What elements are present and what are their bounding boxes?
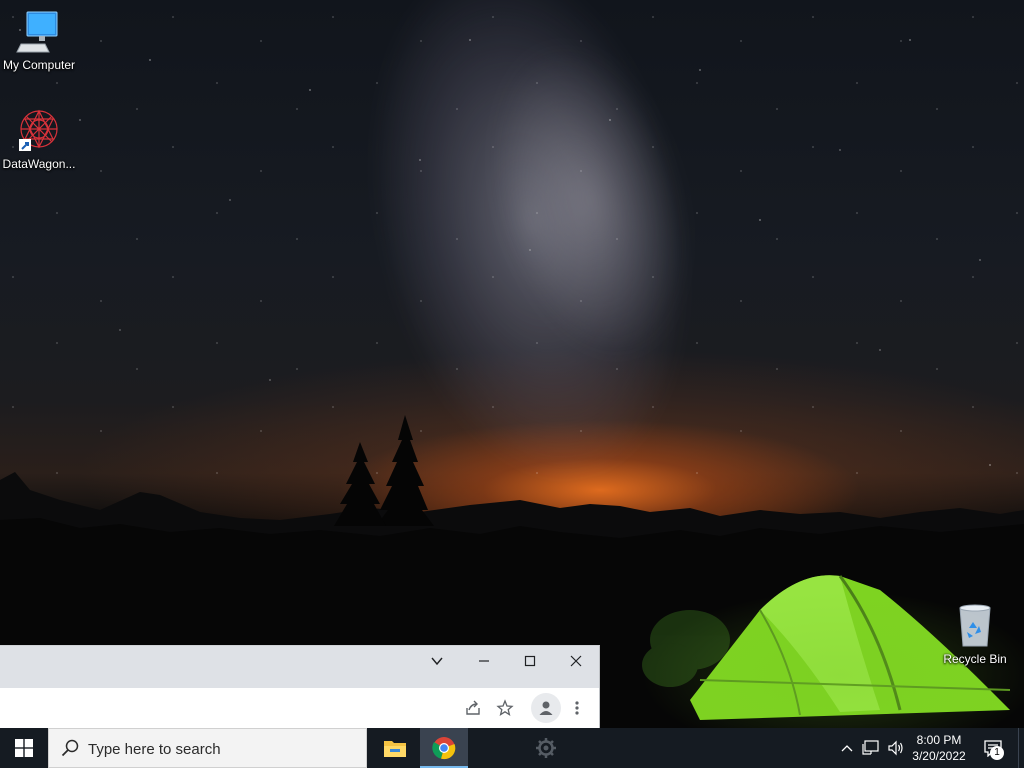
taskbar-file-explorer[interactable] [371, 728, 419, 768]
notification-count-badge: 1 [990, 746, 1004, 760]
more-menu-icon[interactable] [563, 694, 591, 722]
clock-date: 3/20/2022 [912, 749, 966, 763]
profile-icon[interactable] [531, 693, 561, 723]
start-button[interactable] [0, 728, 48, 768]
bookmark-star-icon[interactable] [491, 694, 519, 722]
chrome-icon [432, 737, 456, 760]
chrome-window[interactable] [0, 645, 600, 729]
computer-icon [15, 8, 63, 56]
network-icon[interactable] [859, 728, 883, 768]
taskbar: Type here to search 8:00 PM 3/20/2022 1 [0, 728, 1024, 768]
desktop-wallpaper [0, 0, 1024, 728]
desktop-icon-label: My Computer [2, 58, 76, 72]
taskbar-chrome[interactable] [420, 728, 468, 768]
share-icon[interactable] [459, 694, 487, 722]
taskbar-search-box[interactable]: Type here to search [48, 728, 367, 768]
desktop-icon-label: Recycle Bin [943, 652, 1007, 666]
maximize-icon[interactable] [507, 646, 553, 676]
show-hidden-icons-chevron[interactable] [837, 728, 857, 768]
taskbar-clock[interactable]: 8:00 PM 3/20/2022 [905, 732, 973, 764]
browser-toolbar [0, 688, 599, 728]
desktop-icon-recycle-bin[interactable]: Recycle Bin [936, 602, 1014, 666]
show-desktop-button[interactable] [1018, 728, 1024, 768]
search-icon [61, 739, 79, 757]
window-titlebar[interactable] [0, 646, 599, 688]
desktop-icon-label: DataWagon... [2, 157, 76, 171]
taskbar-settings[interactable] [522, 728, 570, 768]
desktop-icon-datawagon[interactable]: DataWagon... [0, 107, 78, 171]
clock-time: 8:00 PM [916, 733, 962, 747]
tab-search-icon[interactable] [414, 646, 460, 676]
recycle-bin-icon [951, 602, 999, 650]
close-icon[interactable] [553, 646, 599, 676]
minimize-icon[interactable] [461, 646, 507, 676]
search-placeholder: Type here to search [88, 741, 221, 758]
file-explorer-icon [384, 741, 406, 757]
datawagon-icon [15, 107, 63, 155]
desktop-icon-my-computer[interactable]: My Computer [0, 8, 78, 72]
settings-icon [536, 738, 556, 758]
windows-logo-icon [15, 739, 33, 757]
